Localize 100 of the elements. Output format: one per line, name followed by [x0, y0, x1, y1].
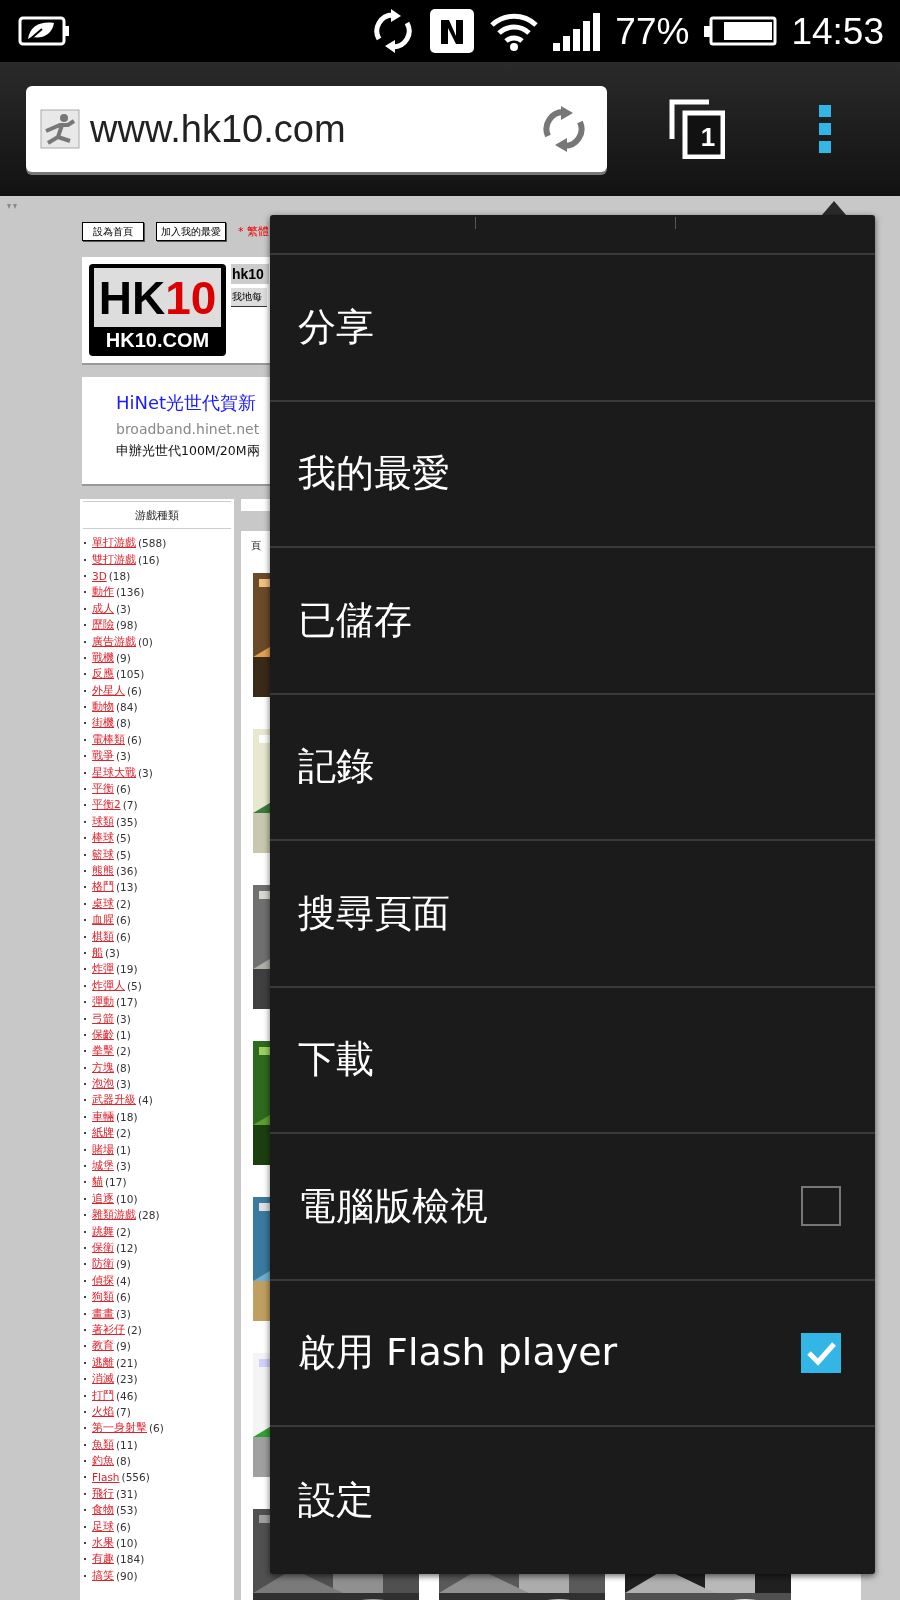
menu-item[interactable]: 記錄: [270, 694, 875, 841]
category-link[interactable]: 泡泡: [92, 1077, 116, 1092]
logo[interactable]: HK10 HK10.COM: [89, 264, 226, 356]
item-count: (16): [138, 553, 160, 566]
menu-item[interactable]: 啟用 Flash player: [270, 1280, 875, 1427]
category-link[interactable]: 成人: [92, 601, 116, 616]
category-link[interactable]: 棋類: [92, 929, 116, 944]
item-count: (3): [116, 1078, 131, 1091]
category-link[interactable]: 桌球: [92, 896, 116, 911]
item-count: (19): [116, 963, 138, 976]
category-link[interactable]: 炸彈: [92, 962, 116, 977]
category-link[interactable]: 平衡2: [92, 798, 123, 813]
category-link[interactable]: 狗類: [92, 1290, 116, 1305]
category-link[interactable]: 反應: [92, 667, 116, 682]
item-count: (10): [116, 1192, 138, 1205]
category-link[interactable]: 打鬥: [92, 1388, 116, 1403]
item-count: (6): [116, 783, 131, 796]
category-link[interactable]: 外星人: [92, 683, 127, 698]
category-link[interactable]: 紙牌: [92, 1126, 116, 1141]
item-count: (5): [116, 848, 131, 861]
ad-domain: broadband.hinet.net: [116, 421, 261, 437]
category-link[interactable]: 熊熊: [92, 864, 116, 878]
item-count: (8): [116, 1455, 131, 1468]
address-field[interactable]: www.hk10.com: [26, 86, 607, 172]
category-link[interactable]: 飛行: [92, 1486, 116, 1501]
menu-item[interactable]: 下載: [270, 987, 875, 1134]
category-link[interactable]: 歷險: [92, 618, 116, 633]
item-count: (5): [127, 979, 142, 992]
item-count: (6): [127, 733, 142, 746]
category-link[interactable]: 格鬥: [92, 880, 116, 895]
category-link[interactable]: 跳舞: [92, 1224, 116, 1239]
menu-item[interactable]: 已儲存: [270, 548, 875, 695]
category-link[interactable]: 拳擊: [92, 1044, 116, 1059]
item-count: (1): [116, 1143, 131, 1156]
category-link[interactable]: 動作: [92, 585, 116, 600]
category-link[interactable]: 水果: [92, 1536, 116, 1550]
menu-item[interactable]: 設定: [270, 1427, 875, 1574]
category-link[interactable]: 棒球: [92, 831, 116, 846]
category-link[interactable]: 籃球: [92, 847, 116, 862]
category-link[interactable]: 追逐: [92, 1191, 116, 1206]
category-link[interactable]: 血腥: [92, 913, 116, 928]
category-link[interactable]: 消滅: [92, 1372, 116, 1387]
category-link[interactable]: 魚類: [92, 1437, 116, 1452]
category-link[interactable]: 逃離: [92, 1355, 116, 1370]
category-link[interactable]: 街機: [92, 716, 116, 731]
category-link[interactable]: 第一身射擊: [92, 1421, 149, 1436]
category-link[interactable]: 偵探: [92, 1273, 116, 1288]
category-link[interactable]: 食物: [92, 1503, 116, 1518]
category-link[interactable]: 教育: [92, 1339, 116, 1354]
item-count: (3): [116, 602, 131, 615]
add-favorites-button[interactable]: 加入我的最愛: [156, 222, 226, 241]
set-homepage-button[interactable]: 設為首頁: [82, 222, 144, 241]
category-link[interactable]: 船: [92, 945, 105, 960]
category-link[interactable]: 戰機: [92, 650, 116, 665]
category-link[interactable]: 戰爭: [92, 749, 116, 764]
url-text: www.hk10.com: [90, 107, 347, 151]
category-link[interactable]: 貓: [92, 1175, 105, 1190]
category-link[interactable]: 星球大戰: [92, 765, 138, 780]
category-link[interactable]: 防衛: [92, 1257, 116, 1272]
category-link[interactable]: 畫畫: [92, 1306, 116, 1321]
menu-item[interactable]: 搜尋頁面: [270, 841, 875, 988]
category-link[interactable]: 城堡: [92, 1159, 116, 1174]
category-link[interactable]: 車輛: [92, 1109, 116, 1124]
category-link[interactable]: 保衛: [92, 1241, 116, 1255]
category-link[interactable]: 雙打游戲: [92, 552, 138, 567]
category-link[interactable]: 賭場: [92, 1142, 116, 1157]
item-count: (18): [116, 1110, 138, 1123]
category-link[interactable]: 保齡: [92, 1027, 116, 1042]
menu-item[interactable]: 我的最愛: [270, 401, 875, 548]
item-count: (23): [116, 1373, 138, 1386]
category-link[interactable]: 炸彈人: [92, 978, 127, 993]
item-count: (9): [116, 651, 131, 664]
language-link[interactable]: * 繁體: [238, 224, 269, 239]
category-link[interactable]: 球類: [92, 814, 116, 829]
category-link[interactable]: 有趣: [92, 1552, 116, 1567]
item-count: (588): [138, 537, 167, 550]
category-link[interactable]: 火焰: [92, 1404, 116, 1419]
category-link[interactable]: Flash: [92, 1471, 122, 1484]
category-link[interactable]: 電棒類: [92, 732, 127, 747]
item-count: (136): [116, 586, 145, 599]
item-count: (5): [116, 832, 131, 845]
category-link[interactable]: 3D: [92, 569, 109, 582]
category-link[interactable]: 方塊: [92, 1060, 116, 1075]
category-link[interactable]: 雜類游戲: [92, 1208, 138, 1223]
menu-item[interactable]: 分享: [270, 255, 875, 402]
category-link[interactable]: 平衡: [92, 782, 116, 797]
battery-percentage: 77%: [615, 12, 690, 50]
category-link[interactable]: 動物: [92, 700, 116, 715]
item-count: (36): [116, 865, 138, 877]
category-link[interactable]: 搞笑: [92, 1568, 116, 1583]
item-count: (17): [105, 1176, 127, 1189]
category-link[interactable]: 廣告游戲: [92, 634, 138, 649]
menu-item[interactable]: 電腦版檢視: [270, 1134, 875, 1281]
category-link[interactable]: 弓箭: [92, 1011, 116, 1026]
category-link[interactable]: 足球: [92, 1519, 116, 1534]
category-link[interactable]: 彈動: [92, 995, 116, 1010]
category-link[interactable]: 著衫仔: [92, 1322, 127, 1337]
category-link[interactable]: 武器升級: [92, 1093, 138, 1108]
category-link[interactable]: 單打游戲: [92, 536, 138, 551]
category-link[interactable]: 釣魚: [92, 1454, 116, 1469]
